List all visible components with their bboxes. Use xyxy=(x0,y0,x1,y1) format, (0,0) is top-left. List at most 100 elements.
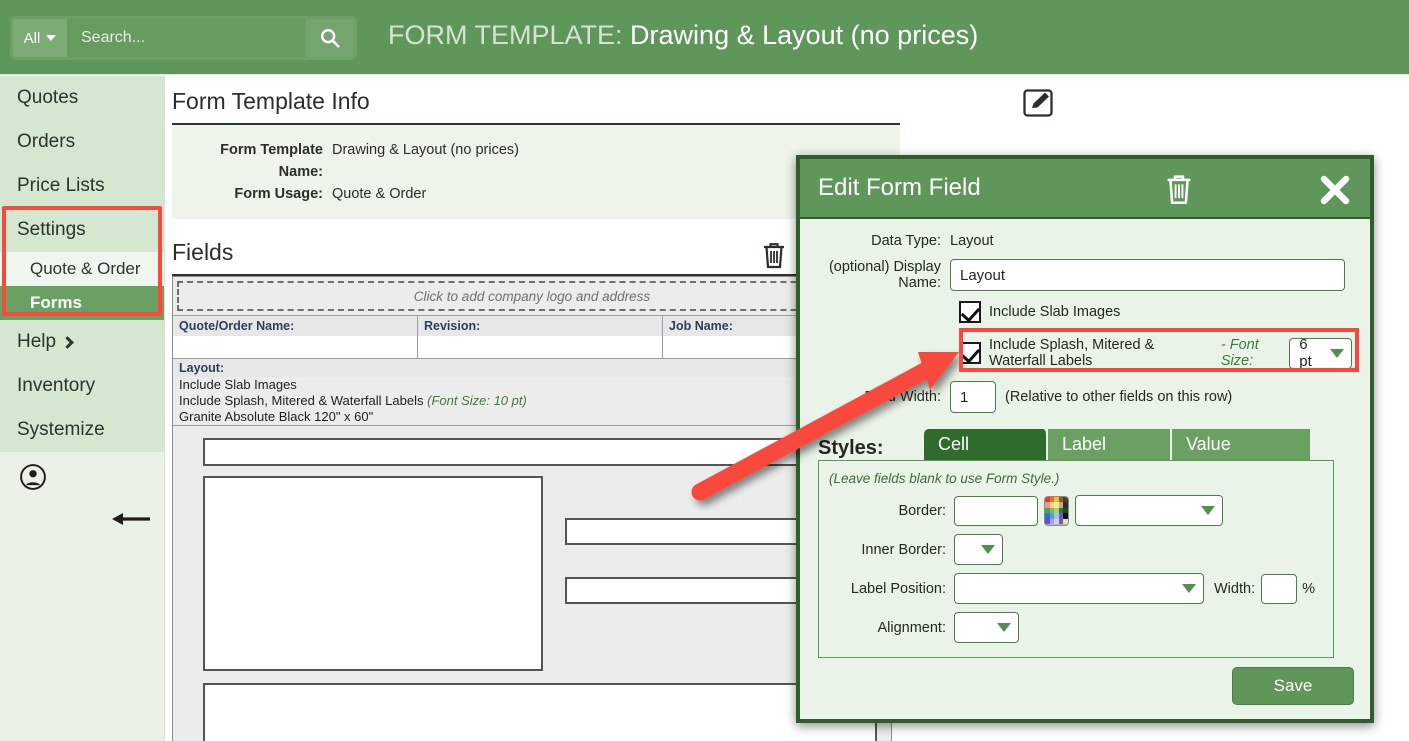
alignment-select[interactable] xyxy=(954,612,1019,643)
chevron-down-icon xyxy=(1182,584,1196,593)
label-position-select[interactable] xyxy=(954,573,1204,604)
styles-panel: (Leave fields blank to use Form Style.) … xyxy=(818,460,1334,658)
font-size-select[interactable]: 6 pt xyxy=(1289,336,1352,370)
field-width-input[interactable] xyxy=(950,381,996,413)
info-row: Form Template Name: Drawing & Layout (no… xyxy=(172,139,900,183)
preview-layout-line-text: Include Slab Images xyxy=(179,377,297,392)
inner-border-select[interactable] xyxy=(954,534,1003,565)
border-style-select[interactable] xyxy=(1075,495,1223,526)
page-title-value: Drawing & Layout (no prices) xyxy=(630,20,979,50)
close-x-icon[interactable] xyxy=(1320,175,1350,210)
preview-layout-line: Granite Absolute Black 120" x 60" xyxy=(173,409,891,425)
inner-border-row: Inner Border: xyxy=(819,534,1333,565)
preview-layout-line-text: Granite Absolute Black 120" x 60" xyxy=(179,409,374,424)
preview-layout-field[interactable]: Layout: Include Slab Images Include Spla… xyxy=(173,358,891,741)
divider xyxy=(172,274,900,276)
preview-blank-row xyxy=(173,336,891,358)
sidebar-item-label: Help xyxy=(17,331,57,352)
include-slab-images-checkbox[interactable] xyxy=(959,301,981,323)
field-width-label: Field Width: xyxy=(864,389,941,405)
data-type-value: Layout xyxy=(950,233,994,249)
border-row: Border: xyxy=(819,495,1333,526)
global-search-container: All xyxy=(10,16,357,60)
alignment-row: Alignment: xyxy=(819,612,1333,643)
label-position-label: Label Position: xyxy=(850,580,946,597)
search-button[interactable] xyxy=(306,19,354,57)
trash-icon[interactable] xyxy=(761,241,787,274)
info-value: Quote & Order xyxy=(332,186,427,202)
dialog-title: Edit Form Field xyxy=(818,174,981,201)
tab-label: Value xyxy=(1186,434,1231,454)
tab-label-style[interactable]: Label xyxy=(1048,429,1172,460)
sidebar-item-inventory[interactable]: Inventory xyxy=(0,364,164,408)
sidebar-item-orders[interactable]: Orders xyxy=(0,120,164,164)
preview-cell[interactable] xyxy=(418,336,663,358)
sidebar-navigation: Quotes Orders Price Lists Settings Quote… xyxy=(0,76,165,741)
chevron-down-icon xyxy=(997,623,1011,632)
logo-placeholder-slot[interactable]: Click to add company logo and address xyxy=(177,281,887,311)
preview-shape-box[interactable] xyxy=(203,683,877,741)
font-size-value: 6 pt xyxy=(1299,336,1312,370)
form-preview-sheet[interactable]: Click to add company logo and address Qu… xyxy=(172,276,892,741)
info-label: Form Template Name: xyxy=(220,142,323,180)
include-slab-images-label: Include Slab Images xyxy=(989,304,1121,320)
sidebar-item-price-lists[interactable]: Price Lists xyxy=(0,164,164,208)
form-template-info-panel: Form Template Name: Drawing & Layout (no… xyxy=(172,125,900,219)
sidebar-item-settings[interactable]: Settings xyxy=(0,208,164,252)
display-name-input[interactable] xyxy=(950,259,1345,291)
color-palette-icon[interactable] xyxy=(1044,495,1069,526)
dialog-header: Edit Form Field xyxy=(800,159,1370,219)
trash-icon[interactable] xyxy=(1164,173,1194,210)
search-scope-dropdown[interactable]: All xyxy=(13,19,67,57)
edit-form-field-dialog: Edit Form Field Data Type: Layout (optio… xyxy=(796,155,1374,723)
font-size-label: - Font Size: xyxy=(1220,337,1259,369)
sidebar-item-help[interactable]: Help xyxy=(0,320,164,364)
display-name-label: (optional) Display Name: xyxy=(828,259,941,291)
label-position-row: Label Position: Width: % xyxy=(819,573,1333,604)
preview-drawing-canvas[interactable] xyxy=(173,425,891,741)
page-title: FORM TEMPLATE: Drawing & Layout (no pric… xyxy=(388,20,978,51)
preview-layout-font-note: (Font Size: 10 pt) xyxy=(427,393,527,408)
styles-label: Styles: xyxy=(818,437,884,459)
label-width-label: Width: xyxy=(1214,580,1256,597)
sidebar-item-label: Inventory xyxy=(17,375,96,396)
preview-shape-box[interactable] xyxy=(203,438,877,466)
field-width-hint: (Relative to other fields on this row) xyxy=(1005,389,1233,405)
info-label: Form Usage: xyxy=(234,186,323,202)
save-button[interactable]: Save xyxy=(1232,667,1354,705)
include-splash-labels-row: Include Splash, Mitered & Waterfall Labe… xyxy=(959,336,1352,370)
preview-shape-box[interactable] xyxy=(203,476,543,671)
sidebar-item-label: Systemize xyxy=(17,419,105,440)
preview-layout-line: Include Splash, Mitered & Waterfall Labe… xyxy=(173,393,891,409)
preview-layout-header: Layout: xyxy=(173,359,891,377)
user-account-icon[interactable] xyxy=(20,464,46,495)
edit-pencil-icon[interactable] xyxy=(1023,88,1055,123)
label-width-input[interactable] xyxy=(1261,573,1298,604)
include-slab-images-row: Include Slab Images xyxy=(959,301,1352,323)
border-label: Border: xyxy=(898,502,946,519)
preview-cell[interactable] xyxy=(173,336,418,358)
preview-header-row: Quote/Order Name: Revision: Job Name: xyxy=(173,315,891,336)
chevron-down-icon xyxy=(46,35,57,41)
form-template-info-title: Form Template Info xyxy=(172,88,370,114)
border-width-input[interactable] xyxy=(954,495,1038,526)
info-value: Drawing & Layout (no prices) xyxy=(332,142,519,158)
sidebar-item-systemize[interactable]: Systemize xyxy=(0,408,164,452)
preview-column-header: Revision: xyxy=(418,316,663,336)
inner-border-label: Inner Border: xyxy=(861,541,946,558)
search-input[interactable] xyxy=(67,19,306,57)
sidebar-item-label: Quote & Order xyxy=(30,259,141,278)
left-arrow-icon[interactable] xyxy=(112,510,152,533)
page-title-label: FORM TEMPLATE: xyxy=(388,20,623,50)
sidebar-item-forms[interactable]: Forms xyxy=(0,286,164,320)
application-window: All FORM TEMPLATE: Drawing & Layout (no … xyxy=(0,0,1409,741)
width-unit: % xyxy=(1302,580,1315,597)
sidebar-item-quote-and-order[interactable]: Quote & Order xyxy=(0,252,164,286)
sidebar-item-quotes[interactable]: Quotes xyxy=(0,76,164,120)
divider xyxy=(172,123,900,125)
tab-value[interactable]: Value xyxy=(1172,429,1312,460)
include-splash-labels-checkbox[interactable] xyxy=(959,342,981,364)
chevron-down-icon xyxy=(1201,506,1215,515)
tab-cell[interactable]: Cell xyxy=(924,429,1048,460)
top-header-bar: All FORM TEMPLATE: Drawing & Layout (no … xyxy=(0,0,1409,75)
